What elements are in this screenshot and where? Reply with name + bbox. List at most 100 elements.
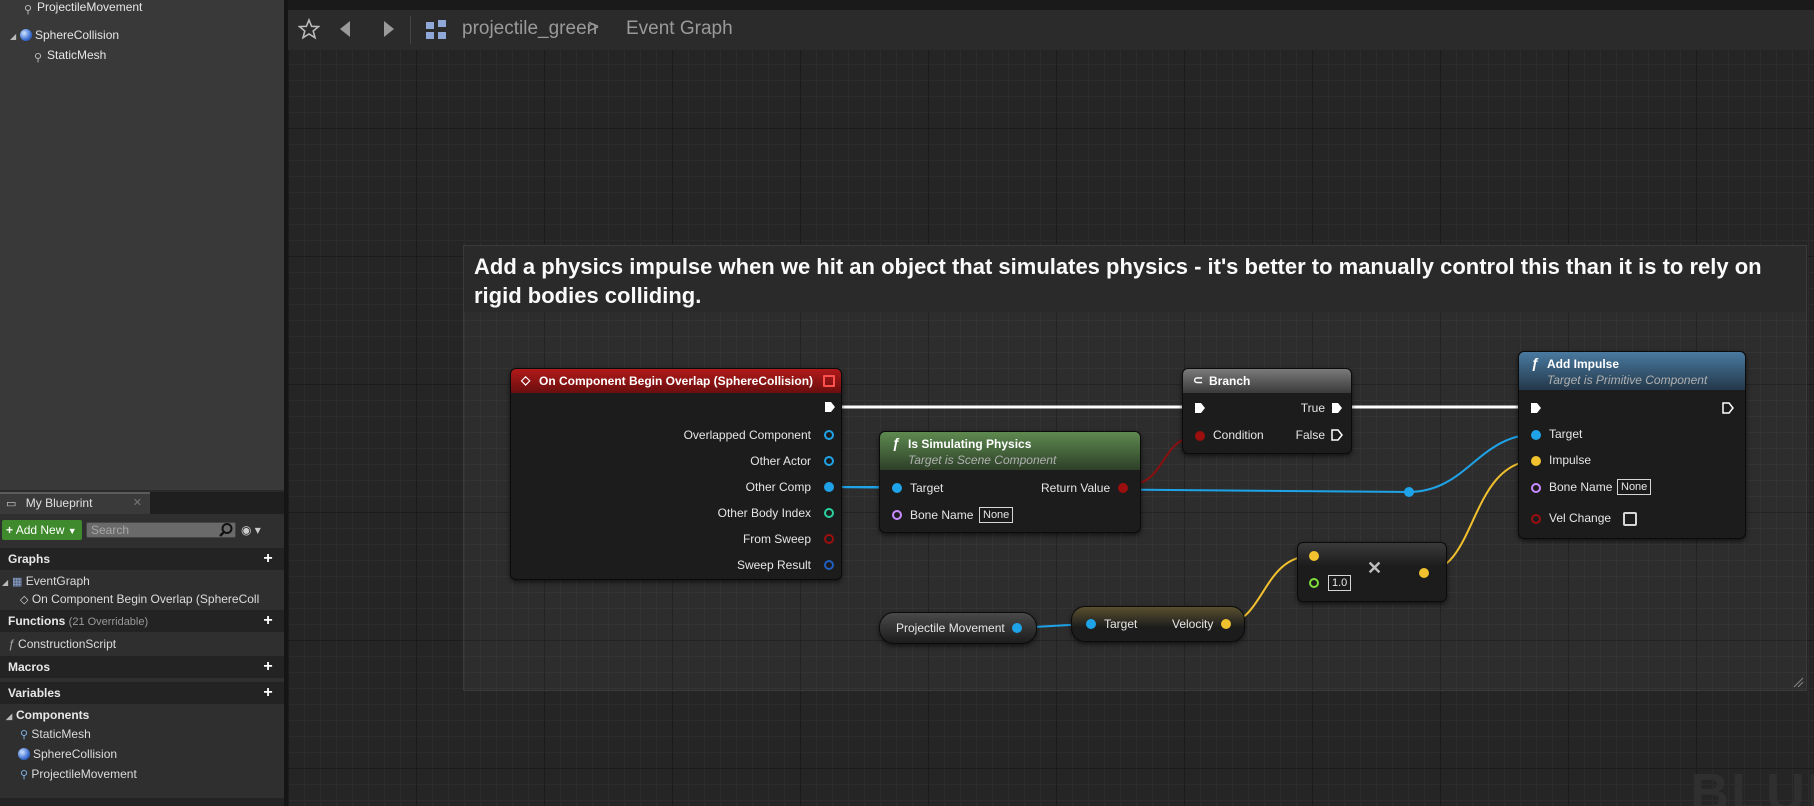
target-pin[interactable]: [1086, 619, 1096, 629]
tab-label: My Blueprint: [25, 496, 93, 510]
comment-title-bar[interactable]: Add a physics impulse when we hit an obj…: [464, 246, 1806, 312]
functions-section-header[interactable]: Functions (21 Overridable) +: [0, 610, 284, 632]
sweep-result-pin[interactable]: [824, 560, 834, 570]
event-dispatchers-section-header[interactable]: [0, 798, 284, 806]
pin-label: Other Comp: [745, 480, 811, 494]
result-out-pin[interactable]: [1419, 568, 1429, 578]
branch-node[interactable]: ⊂ Branch Condition True False: [1182, 368, 1352, 454]
expand-triangle-icon[interactable]: ◢: [10, 28, 20, 46]
components-tree: ⚲ ProjectileMovement ◢ SphereCollision ⚲ St…: [0, 0, 284, 490]
function-icon: ƒ: [8, 637, 15, 651]
node-subtitle: Target is Scene Component: [908, 453, 1057, 467]
add-graph-button[interactable]: +: [260, 551, 276, 567]
return-value-pin[interactable]: [1118, 483, 1128, 493]
sphere-icon: [20, 29, 32, 41]
multiply-node[interactable]: 1.0 ✕: [1297, 542, 1447, 602]
float-in-pin[interactable]: [1309, 578, 1319, 588]
tree-item-projectile-movement[interactable]: ⚲ ProjectileMovement: [22, 0, 142, 16]
from-sweep-pin[interactable]: [824, 534, 834, 544]
breadcrumb-separator: >: [588, 17, 600, 38]
list-item-constructionscript[interactable]: ƒ ConstructionScript: [8, 635, 116, 653]
components-category[interactable]: ◢ Components: [0, 706, 284, 724]
bone-name-field[interactable]: None: [1617, 479, 1652, 495]
other-body-index-pin[interactable]: [824, 508, 834, 518]
breadcrumb-blueprint[interactable]: projectile_green: [462, 18, 597, 40]
item-label: StaticMesh: [31, 727, 91, 741]
exec-in-pin[interactable]: [1530, 402, 1542, 414]
pin-label: Target: [1549, 427, 1583, 441]
add-function-button[interactable]: +: [260, 613, 276, 629]
impulse-pin[interactable]: [1531, 456, 1541, 466]
exec-out-pin[interactable]: [824, 401, 836, 413]
sphere-icon: [18, 748, 30, 760]
list-item-static-mesh[interactable]: ⚲ StaticMesh: [20, 725, 91, 743]
bone-name-pin[interactable]: [1531, 483, 1541, 493]
tree-item-label: SphereCollision: [35, 28, 120, 42]
exec-in-pin[interactable]: [1194, 402, 1206, 414]
condition-pin[interactable]: [1195, 431, 1205, 441]
event-graph-canvas[interactable]: projectile_green > Event Graph Add a phy…: [288, 0, 1814, 806]
function-icon: ƒ: [892, 435, 900, 451]
variable-node-projectile-movement[interactable]: Projectile Movement: [879, 612, 1037, 644]
pin-label: Sweep Result: [736, 558, 811, 572]
target-pin[interactable]: [1531, 430, 1541, 440]
toolbar-divider: [410, 16, 411, 44]
left-panel: ⚲ ProjectileMovement ◢ SphereCollision ⚲ St…: [0, 0, 284, 806]
bone-name-field[interactable]: None: [979, 507, 1014, 523]
bone-name-pin[interactable]: [892, 510, 902, 520]
back-arrow-icon[interactable]: [336, 18, 358, 40]
vel-change-pin[interactable]: [1531, 514, 1541, 524]
variables-section-header[interactable]: Variables +: [0, 682, 284, 704]
tab-my-blueprint[interactable]: ▭ My Blueprint ✕: [0, 492, 150, 514]
projectile-movement-out-pin[interactable]: [1012, 623, 1022, 633]
overlapped-component-pin[interactable]: [824, 430, 834, 440]
get-velocity-node[interactable]: Target Velocity: [1071, 606, 1245, 642]
close-icon[interactable]: ✕: [133, 494, 142, 512]
tree-item-static-mesh[interactable]: ⚲ StaticMesh: [32, 46, 106, 64]
true-exec-pin[interactable]: [1331, 402, 1343, 414]
macros-section-header[interactable]: Macros +: [0, 656, 284, 678]
expand-triangle-icon[interactable]: ◢: [2, 574, 12, 592]
function-node-is-simulating-physics[interactable]: ƒ Is Simulating Physics Target is Scene …: [879, 431, 1141, 533]
delegate-pin-icon[interactable]: [823, 375, 835, 387]
add-new-button[interactable]: + Add New ▼: [2, 520, 82, 540]
eye-icon[interactable]: ◉ ▾: [241, 523, 271, 537]
tree-item-label: StaticMesh: [47, 48, 107, 62]
false-exec-pin[interactable]: [1331, 429, 1343, 441]
list-item-eventgraph[interactable]: ◢ ▦ EventGraph: [2, 572, 90, 590]
pin-label: Target: [910, 481, 944, 495]
star-icon[interactable]: [298, 18, 320, 40]
event-node-begin-overlap[interactable]: ◇ On Component Begin Overlap (SphereColl…: [510, 368, 842, 580]
forward-arrow-icon[interactable]: [376, 18, 398, 40]
search-input[interactable]: [86, 522, 236, 538]
target-pin[interactable]: [892, 483, 902, 493]
variable-label: Projectile Movement: [896, 621, 1005, 635]
list-item-sphere-collision[interactable]: SphereCollision: [18, 745, 117, 763]
expand-triangle-icon[interactable]: ◢: [6, 708, 16, 726]
other-comp-pin[interactable]: [824, 482, 834, 492]
resize-handle-icon[interactable]: [1792, 676, 1804, 688]
item-label: ProjectileMovement: [31, 767, 137, 781]
vel-change-checkbox[interactable]: [1623, 512, 1637, 526]
plus-icon: +: [6, 523, 14, 537]
velocity-out-pin[interactable]: [1221, 619, 1231, 629]
node-subtitle: Target is Primitive Component: [1547, 373, 1708, 387]
function-node-add-impulse[interactable]: ƒ Add Impulse Target is Primitive Compon…: [1518, 351, 1746, 539]
multiplier-field[interactable]: 1.0: [1328, 575, 1352, 591]
list-item-projectile-movement[interactable]: ⚲ ProjectileMovement: [20, 765, 137, 783]
tree-item-label: ProjectileMovement: [37, 0, 143, 14]
graphs-section-header[interactable]: Graphs +: [0, 548, 284, 570]
node-title: Is Simulating Physics: [908, 437, 1032, 451]
section-label: Variables: [8, 686, 61, 700]
static-mesh-icon: ⚲: [20, 729, 29, 741]
vector-in-pin[interactable]: [1309, 551, 1319, 561]
list-item-event-overlap[interactable]: ◇ On Component Begin Overlap (SphereColl: [20, 590, 259, 608]
tree-item-sphere-collision[interactable]: ◢ SphereCollision: [10, 26, 119, 44]
add-macro-button[interactable]: +: [260, 659, 276, 675]
section-label: Functions: [8, 614, 66, 628]
other-actor-pin[interactable]: [824, 456, 834, 466]
event-graph-icon: [426, 20, 446, 39]
exec-out-pin[interactable]: [1722, 402, 1734, 414]
add-variable-button[interactable]: +: [260, 685, 276, 701]
search-icon[interactable]: [218, 522, 234, 538]
